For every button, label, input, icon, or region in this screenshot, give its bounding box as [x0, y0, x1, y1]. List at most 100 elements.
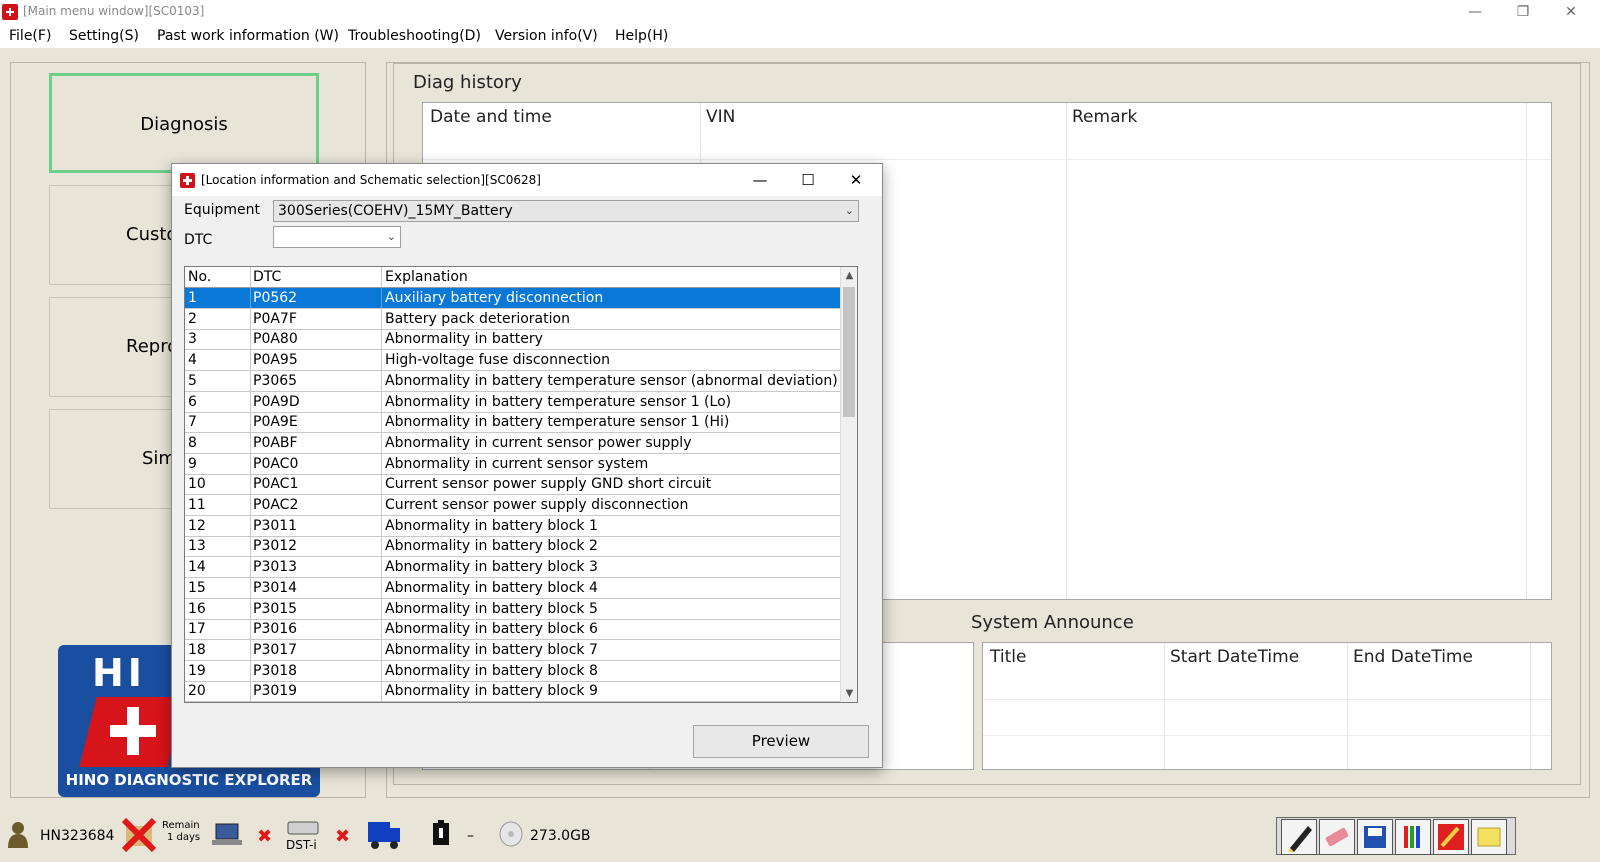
grid-col-sep	[1164, 643, 1165, 769]
list-item[interactable]: 13 P3012 Abnormality in battery block 2	[185, 536, 840, 558]
list-item[interactable]: 16 P3015 Abnormality in battery block 5	[185, 598, 840, 620]
row-dtc: P0A9E	[253, 414, 298, 431]
list-item[interactable]: 1 P0562 Auxiliary battery disconnection	[185, 288, 840, 309]
row-dtc: P0A95	[253, 352, 298, 369]
palette-icon[interactable]	[1395, 819, 1431, 855]
list-item[interactable]: 15 P3014 Abnormality in battery block 4	[185, 577, 840, 599]
menu-troubleshooting[interactable]: Troubleshooting(D)	[348, 28, 481, 44]
save-icon[interactable]	[1357, 819, 1393, 855]
preview-button[interactable]: Preview	[693, 725, 869, 758]
col-separator	[381, 350, 382, 371]
header-no[interactable]: No.	[188, 269, 211, 285]
list-item[interactable]: 8 P0ABF Abnormality in current sensor powe…	[185, 432, 840, 454]
header-dtc[interactable]: DTC	[253, 269, 281, 285]
col-separator	[250, 598, 251, 619]
dialog-title: [Location information and Schematic sele…	[201, 173, 541, 187]
grid-row-line	[983, 735, 1551, 736]
eraser-icon[interactable]	[1319, 819, 1355, 855]
row-no: 17	[188, 621, 206, 638]
row-dtc: P0A7F	[253, 310, 297, 327]
list-item[interactable]: 7 P0A9E Abnormality in battery temperature…	[185, 412, 840, 434]
col-vin[interactable]: VIN	[706, 107, 735, 127]
restore-button[interactable]: ❐	[1500, 0, 1546, 24]
col-remark[interactable]: Remark	[1072, 107, 1137, 127]
col-separator	[381, 619, 382, 640]
list-item[interactable]: 3 P0A80 Abnormality in battery	[185, 329, 840, 351]
list-item[interactable]: 10 P0AC1 Current sensor power supply GND s…	[185, 474, 840, 496]
row-dtc: P3015	[253, 600, 298, 617]
menu-past-work[interactable]: Past work information (W)	[157, 28, 339, 44]
chevron-down-icon: ⌄	[844, 204, 854, 217]
dialog-titlebar[interactable]: [Location information and Schematic sele…	[172, 164, 882, 196]
row-no: 13	[188, 538, 206, 555]
dialog-maximize-button[interactable]: ☐	[788, 168, 828, 192]
dtc-list[interactable]: No. DTC Explanation 1 P0562 Auxiliary batt…	[184, 266, 858, 703]
list-item[interactable]: 11 P0AC2 Current sensor power supply disco…	[185, 495, 840, 516]
menu-setting[interactable]: Setting(S)	[69, 28, 139, 44]
list-item[interactable]: 12 P3011 Abnormality in battery block 1	[185, 515, 840, 537]
row-explanation: Battery pack deterioration	[385, 310, 570, 327]
row-no: 15	[188, 579, 206, 596]
list-item[interactable]: 5 P3065 Abnormality in battery temperature…	[185, 370, 840, 392]
dtc-select[interactable]: ⌄	[273, 226, 401, 248]
diag-history-title: Diag history	[413, 72, 522, 93]
list-item[interactable]: 20 P3019 Abnormality in battery block 9	[185, 681, 840, 702]
list-item[interactable]: 18 P3017 Abnormality in battery block 7	[185, 639, 840, 661]
list-item[interactable]: 19 P3018 Abnormality in battery block 8	[185, 660, 840, 682]
col-separator	[250, 412, 251, 433]
row-dtc: P3014	[253, 579, 298, 596]
pen-icon[interactable]	[1281, 819, 1317, 855]
row-no: 20	[188, 683, 206, 700]
list-scrollbar[interactable]: ▲ ▼	[840, 267, 857, 702]
row-dtc: P3012	[253, 538, 298, 555]
col-date-time[interactable]: Date and time	[430, 107, 552, 127]
list-item[interactable]: 6 P0A9D Abnormality in battery temperature…	[185, 391, 840, 413]
logo-text: HINO DIAGNOSTIC EXPLORER	[65, 771, 313, 789]
system-announce-title: System Announce	[971, 612, 1134, 633]
row-no: 10	[188, 476, 206, 493]
menu-version-info[interactable]: Version info(V)	[495, 28, 598, 44]
menu-help[interactable]: Help(H)	[615, 28, 668, 44]
list-item[interactable]: 4 P0A95 High-voltage fuse disconnection	[185, 350, 840, 372]
color-pen-icon[interactable]	[1433, 819, 1469, 855]
user-id: HN323684	[40, 828, 115, 844]
dialog-minimize-button[interactable]: —	[740, 168, 780, 192]
row-dtc: P3019	[253, 683, 298, 700]
dialog-close-button[interactable]: ✕	[836, 168, 876, 192]
user-icon	[8, 822, 28, 848]
close-button[interactable]: ✕	[1548, 0, 1594, 24]
row-dtc: P3013	[253, 559, 298, 576]
col-end-datetime[interactable]: End DateTime	[1353, 647, 1473, 667]
header-explanation[interactable]: Explanation	[385, 269, 468, 285]
col-separator	[250, 370, 251, 391]
scroll-up-icon[interactable]: ▲	[841, 267, 857, 284]
diagnosis-button[interactable]: Diagnosis	[49, 73, 319, 173]
list-item[interactable]: 2 P0A7F Battery pack deterioration	[185, 308, 840, 330]
equipment-select[interactable]: 300Series(COEHV)_15MY_Battery ⌄	[273, 200, 859, 222]
row-explanation: Abnormality in current sensor power supp…	[385, 434, 692, 451]
license-x-icon	[122, 818, 157, 852]
row-dtc: P0A9D	[253, 393, 300, 410]
note-icon[interactable]	[1471, 819, 1507, 855]
minimize-button[interactable]: —	[1452, 0, 1498, 24]
location-schematic-dialog: [Location information and Schematic sele…	[171, 163, 883, 768]
grid-row-line	[423, 159, 1551, 160]
grid-col-sep	[1066, 103, 1067, 599]
menu-file[interactable]: File(F)	[9, 28, 51, 44]
list-item[interactable]: 14 P3013 Abnormality in battery block 3	[185, 557, 840, 579]
col-separator	[250, 432, 251, 453]
list-item[interactable]: 9 P0AC0 Abnormality in current sensor syst…	[185, 453, 840, 475]
row-explanation: Abnormality in battery block 4	[385, 579, 598, 596]
list-item-partial[interactable]	[185, 702, 840, 703]
system-announce-grid[interactable]: Title Start DateTime End DateTime	[982, 642, 1552, 770]
battery-icon	[433, 820, 449, 845]
col-separator	[381, 391, 382, 412]
scroll-down-icon[interactable]: ▼	[841, 685, 857, 702]
list-item[interactable]: 17 P3016 Abnormality in battery block 6	[185, 619, 840, 641]
scroll-thumb[interactable]	[843, 287, 855, 417]
row-no: 14	[188, 559, 206, 576]
grid-row-line	[983, 699, 1551, 700]
col-title[interactable]: Title	[990, 647, 1026, 667]
col-separator	[250, 495, 251, 515]
col-start-datetime[interactable]: Start DateTime	[1170, 647, 1299, 667]
